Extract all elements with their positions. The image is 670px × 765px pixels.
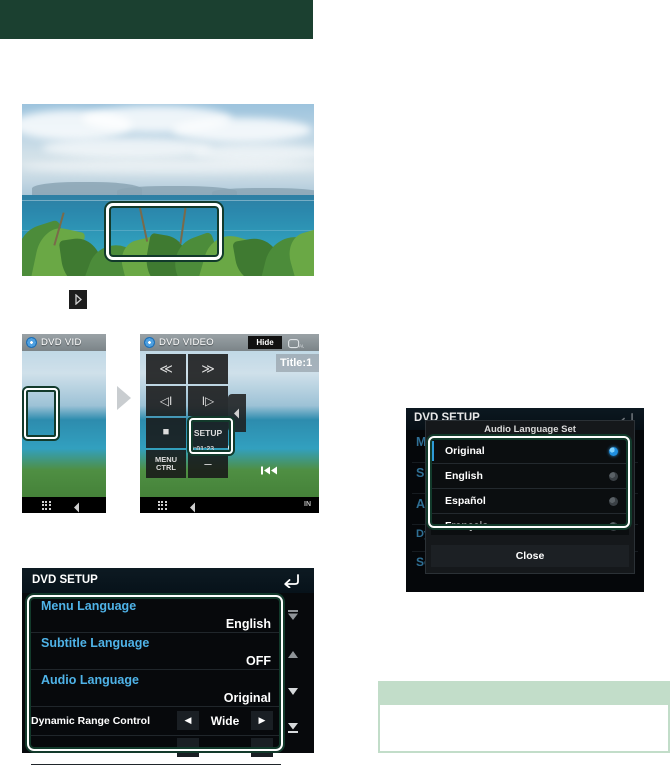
previous-track-icon[interactable] (261, 462, 278, 480)
svg-text:ALL: ALL (299, 344, 304, 349)
scroll-top-icon[interactable] (286, 608, 300, 626)
back-chevron-icon[interactable] (72, 500, 81, 513)
back-arrow-icon[interactable] (283, 572, 300, 593)
title-indicator: Title:1 (276, 354, 319, 372)
hero-highlight-box[interactable] (106, 203, 222, 260)
back-chevron-icon[interactable] (188, 500, 197, 513)
play-control-highlight[interactable] (24, 388, 58, 439)
dialog-options-highlight[interactable] (428, 436, 630, 528)
photo-cloud (42, 138, 212, 158)
dvd-source-label: DVD VID (41, 337, 82, 348)
dvd-screen-navbar (22, 497, 106, 513)
flow-arrow-icon (115, 385, 133, 416)
dvd-screen-navbar: IN (140, 497, 319, 513)
stop-button[interactable]: ■ (146, 418, 186, 448)
screen-all-icon[interactable]: ALL (288, 337, 308, 355)
previous-frame-button[interactable]: ◁I (146, 386, 186, 416)
setup-button-highlight[interactable] (189, 418, 233, 454)
scroll-up-icon[interactable] (286, 646, 300, 664)
photo-horizon (22, 200, 314, 201)
next-frame-button[interactable]: I▷ (188, 386, 228, 416)
fastforward-button[interactable]: ≫ (188, 354, 228, 384)
dvd-setup-titlebar: DVD SETUP (22, 568, 314, 593)
input-indicator: IN (304, 501, 311, 508)
dvd-disc-icon (26, 337, 37, 348)
photo-cloud (22, 160, 314, 174)
page-title: DVD SETUP (32, 574, 98, 586)
close-button[interactable]: Close (431, 545, 629, 567)
hide-button[interactable]: Hide (248, 336, 282, 349)
minus-button[interactable]: – (188, 450, 228, 478)
apps-grid-icon[interactable] (42, 501, 51, 510)
dvd-setup-screen-with-dialog: DVD SETUP Menu Language Subtitle Languag… (406, 408, 644, 592)
apps-grid-icon[interactable] (158, 501, 167, 510)
dvd-disc-icon (144, 337, 155, 348)
photo-cloud (172, 118, 312, 142)
menu-ctrl-button[interactable]: MENU CTRL (146, 450, 186, 478)
scroll-bottom-icon[interactable] (286, 721, 300, 739)
menu-ctrl-line2: CTRL (156, 463, 176, 472)
note-callout-body (378, 705, 670, 753)
dvd-source-label: DVD VIDEO (159, 337, 214, 348)
dvd-setup-list-highlight[interactable] (27, 595, 283, 751)
dvd-screen-titlebar: DVD VID (22, 334, 106, 351)
note-callout-header (378, 681, 670, 705)
rewind-button[interactable]: ≪ (146, 354, 186, 384)
page-header-band (0, 0, 313, 39)
note-callout (378, 681, 670, 753)
play-control-chevron-icon[interactable] (69, 290, 87, 309)
scroll-down-icon[interactable] (286, 683, 300, 701)
